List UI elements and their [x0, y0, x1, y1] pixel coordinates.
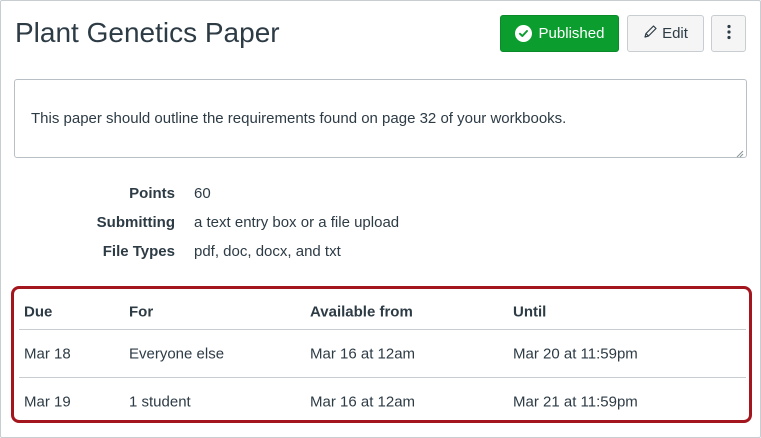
dates-table: Due For Available from Until Mar 18 Ever…	[19, 294, 746, 426]
published-button[interactable]: Published	[500, 15, 619, 52]
header-due: Due	[24, 303, 53, 320]
submitting-value: a text entry box or a file upload	[194, 214, 400, 231]
assignment-page: Plant Genetics Paper Published Edit This…	[0, 0, 761, 438]
table-header-row: Due For Available from Until	[19, 294, 746, 330]
edit-label: Edit	[662, 25, 688, 42]
for-cell: 1 student	[129, 393, 191, 411]
description-box[interactable]: This paper should outline the requiremen…	[14, 79, 747, 158]
table-row: Mar 19 1 student Mar 16 at 12am Mar 21 a…	[19, 378, 746, 426]
for-cell: Everyone else	[129, 345, 225, 362]
submitting-label: Submitting	[96, 214, 175, 231]
due-cell: Mar 19	[24, 393, 71, 411]
until-cell: Mar 20 at 11:59pm	[513, 345, 638, 362]
header-until: Until	[513, 303, 547, 320]
available-from-cell: Mar 16 at 12am	[310, 393, 416, 411]
published-label: Published	[538, 25, 605, 42]
header-for: For	[129, 303, 154, 320]
available-from-cell: Mar 16 at 12am	[310, 345, 416, 362]
resize-handle-icon[interactable]	[734, 145, 744, 158]
due-cell: Mar 18	[24, 345, 71, 362]
file-types-label: File Types	[102, 243, 175, 260]
kebab-menu-icon	[726, 24, 731, 44]
dates-table-highlight: Due For Available from Until Mar 18 Ever…	[11, 286, 752, 423]
edit-button[interactable]: Edit	[627, 15, 704, 52]
description-text: This paper should outline the requiremen…	[31, 110, 567, 127]
header-available-from: Available from	[310, 303, 413, 320]
table-row: Mar 18 Everyone else Mar 16 at 12am Mar …	[19, 330, 746, 378]
points-value: 60	[194, 185, 211, 202]
check-circle-icon	[514, 25, 532, 42]
page-title: Plant Genetics Paper	[15, 17, 280, 48]
pencil-icon	[643, 24, 658, 43]
more-options-button[interactable]	[711, 15, 746, 52]
until-cell: Mar 21 at 11:59pm	[513, 393, 638, 411]
file-types-value: pdf, doc, docx, and txt	[194, 243, 341, 260]
points-label: Points	[129, 185, 175, 202]
